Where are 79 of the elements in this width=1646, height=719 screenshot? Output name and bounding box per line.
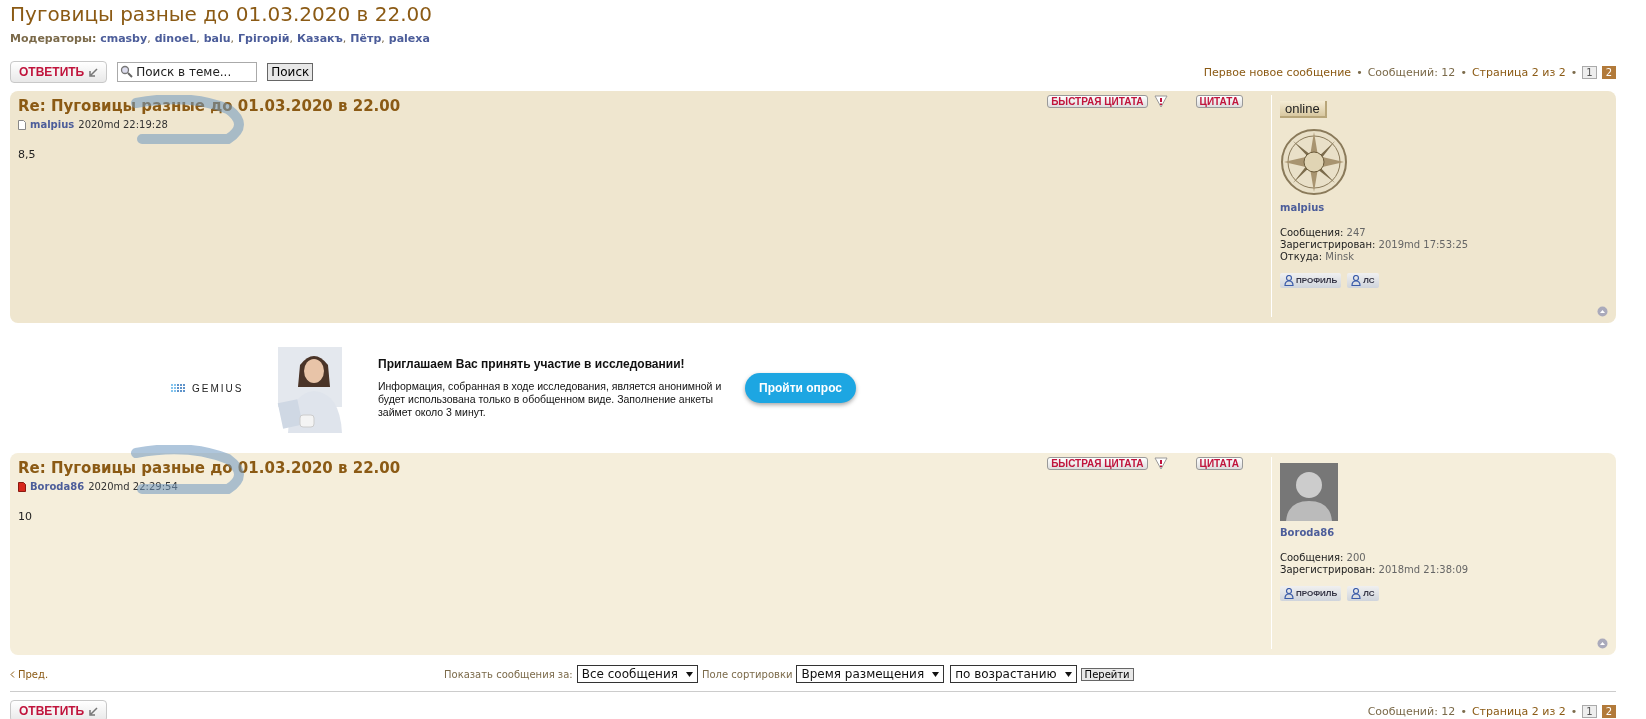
page-link[interactable]: 1 (1582, 704, 1597, 718)
quick-quote-button[interactable]: БЫСТРАЯ ЦИТАТА (1047, 95, 1148, 108)
comma: , (147, 32, 151, 45)
moderators-label: Модераторы: (10, 32, 98, 45)
ad-text: Информация, собранная в ходе исследования, является анонимной и будет использована только в обобщенном виде. Заполнение анкеты займет около 3 минут. (378, 380, 723, 419)
bullet: • (1460, 65, 1467, 79)
post-time: 2020md 22:29:54 (88, 481, 178, 492)
profile-stat: Зарегистрирован: 2018md 21:38:09 (1280, 564, 1470, 576)
profile-stat: Зарегистрирован: 2019md 17:53:25 (1280, 239, 1470, 251)
report-icon[interactable] (1153, 95, 1168, 108)
moderator-link[interactable]: balu (203, 32, 231, 45)
bullet: • (1570, 704, 1578, 718)
comma: , (196, 32, 200, 45)
author-link[interactable]: malpius (30, 119, 75, 130)
caret-icon (932, 671, 940, 677)
author-link[interactable]: Boroda86 (30, 481, 85, 492)
sort-label: Поле сортировки (701, 668, 793, 680)
bullet: • (1460, 704, 1467, 718)
profile-button[interactable]: ПРОФИЛЬ (1280, 273, 1342, 288)
topic-title: Пуговицы разные до 01.03.2020 в 22.00 (10, 1, 433, 26)
moderator-link[interactable]: cmasby (100, 32, 148, 45)
message-button[interactable]: ЛС (1347, 586, 1379, 601)
quick-quote-button[interactable]: БЫСТРАЯ ЦИТАТА (1047, 457, 1148, 470)
post-title: Re: Пуговицы разные до 01.03.2020 в 22.00 (18, 459, 401, 477)
first-new-link[interactable]: Первое новое сообщение (1203, 65, 1352, 79)
prev-link[interactable]: Пред. (10, 668, 440, 680)
person-icon (1284, 275, 1294, 286)
comma: , (230, 32, 235, 45)
username-link[interactable]: malpius (1280, 202, 1600, 213)
profile-button[interactable]: ПРОФИЛЬ (1280, 586, 1342, 601)
compass-star-avatar (1280, 128, 1348, 196)
comma: , (289, 32, 293, 45)
person-icon (1351, 588, 1362, 599)
post-body: 8,5 (18, 148, 37, 161)
profile-stat: Сообщения: 247 (1280, 227, 1367, 239)
moderator-link[interactable]: Казакъ (296, 32, 343, 45)
online-badge: online (1280, 101, 1327, 118)
bullet: • (1356, 65, 1363, 79)
order-select[interactable]: по возрастанию (950, 665, 1077, 683)
message-count: Сообщений: 12 (1367, 704, 1456, 718)
avatar (1280, 463, 1338, 521)
message-button[interactable]: ЛС (1347, 273, 1379, 288)
bullet: • (1570, 65, 1578, 79)
page-info[interactable]: Страница 2 из 2 (1471, 704, 1566, 718)
report-icon[interactable] (1153, 457, 1168, 470)
caret-icon (685, 671, 693, 677)
username-link[interactable]: Boroda86 (1280, 527, 1600, 538)
comma: , (342, 32, 347, 45)
arrow-icon (89, 706, 99, 716)
quote-button[interactable]: ЦИТАТА (1195, 457, 1243, 470)
profile-stat: Сообщения: 200 (1280, 552, 1367, 564)
arrow-icon (89, 67, 99, 77)
search-field[interactable]: Поиск в теме... (117, 62, 258, 82)
post-body: 10 (18, 510, 33, 523)
period-select[interactable]: Все сообщения (576, 665, 698, 683)
page-link[interactable]: 2 (1601, 65, 1616, 79)
message-count: Сообщений: 12 (1367, 65, 1456, 79)
page-link[interactable]: 2 (1601, 704, 1616, 718)
post-title: Re: Пуговицы разные до 01.03.2020 в 22.00 (18, 97, 401, 115)
quote-button[interactable]: ЦИТАТА (1195, 95, 1243, 108)
ad-heading: Приглашаем Вас принять участие в исследовании! (378, 357, 686, 371)
page-info[interactable]: Страница 2 из 2 (1471, 65, 1566, 79)
chevron-left-icon (10, 670, 15, 678)
search-button[interactable]: Поиск (267, 63, 314, 81)
gemius-logo: GEMIUS (170, 382, 270, 394)
profile-stat: Откуда: Minsk (1280, 251, 1355, 263)
comma: , (381, 32, 385, 45)
go-button[interactable]: Перейти (1080, 667, 1134, 681)
post-time: 2020md 22:19:28 (78, 119, 168, 130)
moderator-link[interactable]: palexa (388, 32, 430, 45)
reply-button[interactable]: ОТВЕТИТЬ (10, 700, 108, 719)
show-label: Показать сообщения за: (444, 668, 573, 680)
person-icon (1284, 588, 1294, 599)
search-icon (120, 65, 134, 78)
reply-button[interactable]: ОТВЕТИТЬ (10, 61, 108, 83)
sort-select[interactable]: Время размещения (796, 665, 945, 683)
caret-icon (1064, 671, 1072, 677)
page-link[interactable]: 1 (1582, 65, 1597, 79)
person-icon (1351, 275, 1362, 286)
